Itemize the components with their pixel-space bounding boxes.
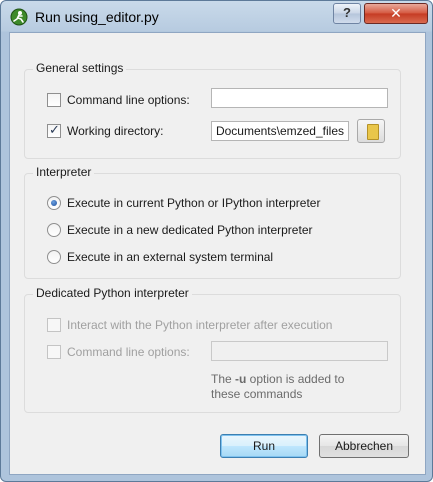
dedicated-interpreter-title: Dedicated Python interpreter — [33, 286, 192, 300]
radio-dedicated-interpreter[interactable] — [47, 223, 61, 237]
working-directory-input[interactable]: Documents\emzed_files — [211, 121, 349, 141]
run-button[interactable]: Run — [220, 434, 308, 458]
dedicated-command-line-input[interactable] — [211, 341, 388, 361]
unbuffered-option-note: The -u option is added to these commands — [211, 372, 345, 401]
command-line-options-input[interactable] — [211, 88, 388, 108]
u-flag: -u — [235, 372, 247, 386]
radio-external-terminal[interactable] — [47, 250, 61, 264]
general-settings-group: General settings — [24, 61, 401, 159]
working-directory-value: Documents\emzed_files — [215, 124, 344, 138]
general-settings-title: General settings — [33, 61, 127, 75]
command-line-options-label: Command line options: — [67, 93, 190, 107]
interact-after-execution-label: Interact with the Python interpreter aft… — [67, 318, 333, 332]
radio-current-interpreter[interactable] — [47, 196, 61, 210]
command-line-options-checkbox[interactable] — [47, 93, 61, 107]
option-external-terminal-label: Execute in an external system terminal — [67, 250, 274, 264]
folder-icon — [367, 124, 379, 140]
dedicated-command-line-label: Command line options: — [67, 345, 190, 359]
cancel-button[interactable]: Abbrechen — [319, 434, 409, 458]
window-title: Run using_editor.py — [35, 9, 159, 25]
close-button[interactable]: ✕ — [364, 3, 428, 24]
working-directory-checkbox[interactable] — [47, 122, 61, 138]
python-run-icon — [10, 8, 28, 26]
option-current-interpreter-label: Execute in current Python or IPython int… — [67, 196, 321, 210]
dedicated-command-line-checkbox[interactable] — [47, 345, 61, 359]
working-directory-label: Working directory: — [67, 124, 164, 138]
title-bar[interactable]: Run using_editor.py ? ✕ — [1, 1, 432, 32]
interpreter-title: Interpreter — [33, 165, 95, 179]
help-button[interactable]: ? — [333, 3, 361, 24]
option-dedicated-interpreter-label: Execute in a new dedicated Python interp… — [67, 223, 313, 237]
browse-folder-button[interactable] — [357, 119, 385, 143]
interact-after-execution-checkbox[interactable] — [47, 318, 61, 332]
